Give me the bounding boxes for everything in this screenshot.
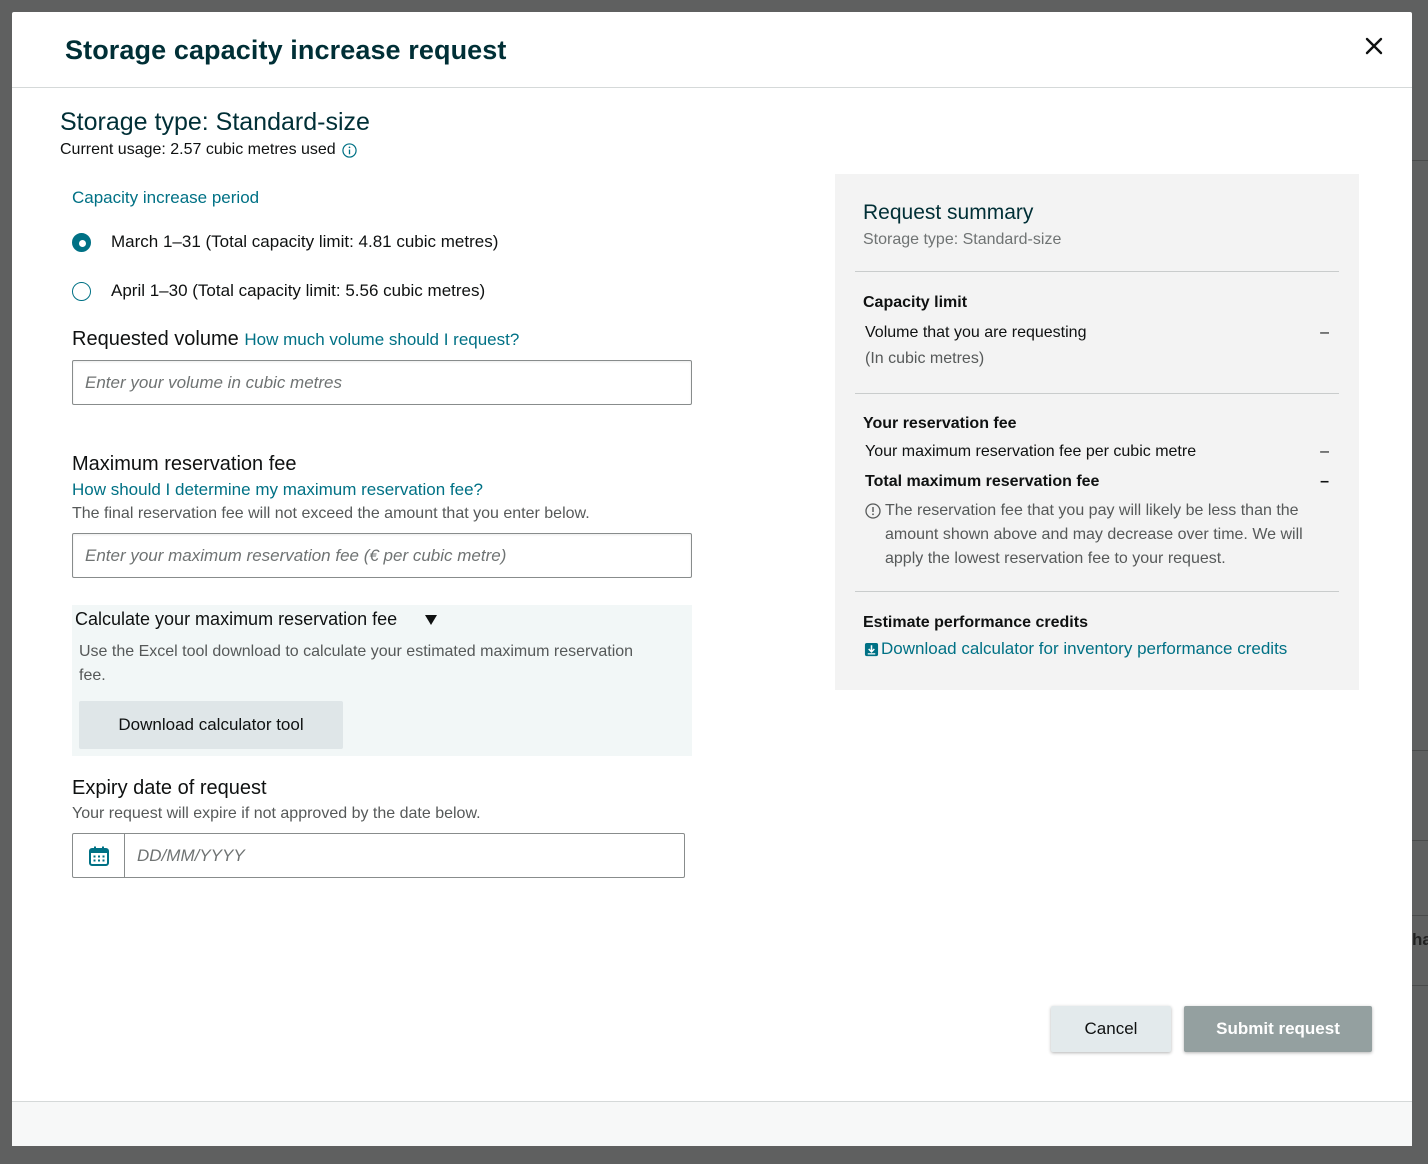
requested-volume-section: Requested volume How much volume should …	[72, 328, 519, 351]
download-calculator-button[interactable]: Download calculator tool	[79, 701, 343, 749]
calculator-title: Calculate your maximum reservation fee	[75, 609, 398, 629]
calculator-expander: Calculate your maximum reservation fee U…	[72, 605, 692, 756]
calendar-icon[interactable]	[73, 834, 125, 877]
performance-credits-heading: Estimate performance credits	[863, 614, 1088, 631]
modal-footer	[12, 1102, 1412, 1146]
divider	[855, 393, 1339, 394]
summary-subtitle: Storage type: Standard-size	[863, 231, 1062, 248]
expiry-date-picker	[72, 833, 685, 878]
requested-volume-heading: Requested volume	[72, 328, 239, 350]
download-icon	[864, 642, 879, 656]
volume-unit: (In cubic metres)	[865, 350, 985, 367]
download-credits-label: Download calculator for inventory perfor…	[881, 639, 1288, 658]
fee-total-row: Total maximum reservation fee –	[865, 473, 1331, 491]
fee-help-link[interactable]: How should I determine my maximum reserv…	[72, 480, 483, 500]
storage-type-title: Storage type: Standard-size	[60, 108, 370, 136]
background-text-fragment: ha	[1412, 930, 1428, 949]
fee-per-value: –	[1320, 443, 1329, 460]
divider	[855, 271, 1339, 272]
storage-request-modal: Storage capacity increase request Storag…	[12, 12, 1412, 1146]
summary-title: Request summary	[863, 201, 1034, 224]
info-icon[interactable]	[342, 142, 357, 158]
divider	[855, 591, 1339, 592]
modal-title: Storage capacity increase request	[65, 35, 507, 65]
volume-input[interactable]	[72, 360, 692, 405]
period-option-label: March 1–31 (Total capacity limit: 4.81 c…	[111, 232, 499, 251]
request-summary-panel: Request summary Storage type: Standard-s…	[835, 174, 1359, 690]
calculator-description: Use the Excel tool download to calculate…	[79, 643, 634, 684]
fee-total-label: Total maximum reservation fee	[865, 473, 1100, 490]
calculator-toggle[interactable]: Calculate your maximum reservation fee	[75, 609, 438, 630]
period-option-label: April 1–30 (Total capacity limit: 5.56 c…	[111, 281, 486, 300]
caret-down-icon	[425, 614, 438, 625]
request-form: Storage type: Standard-size Current usag…	[60, 108, 720, 878]
close-icon[interactable]	[1362, 34, 1386, 58]
max-fee-input[interactable]	[72, 533, 692, 578]
background-page	[1412, 0, 1428, 1164]
capacity-period-label: Capacity increase period	[72, 188, 260, 207]
alert-icon	[865, 503, 881, 571]
expiry-heading: Expiry date of request	[72, 777, 267, 799]
cancel-button[interactable]: Cancel	[1051, 1006, 1171, 1052]
fee-per-label: Your maximum reservation fee per cubic m…	[865, 443, 1197, 460]
current-usage: Current usage: 2.57 cubic metres used	[60, 141, 720, 159]
volume-summary-row: Volume that you are requesting –	[865, 324, 1331, 342]
expiry-date-input[interactable]	[125, 834, 684, 877]
fee-helper-text: The final reservation fee will not excee…	[72, 505, 590, 522]
current-usage-text: Current usage: 2.57 cubic metres used	[60, 141, 336, 158]
fee-note: The reservation fee that you pay will li…	[865, 499, 1335, 571]
reservation-fee-heading: Your reservation fee	[863, 415, 1017, 432]
fee-per-row: Your maximum reservation fee per cubic m…	[865, 443, 1331, 461]
fee-total-value: –	[1320, 473, 1329, 490]
download-credits-link[interactable]: Download calculator for inventory perfor…	[864, 639, 1287, 659]
radio-march[interactable]	[72, 232, 91, 252]
max-fee-heading: Maximum reservation fee	[72, 453, 297, 475]
capacity-limit-heading: Capacity limit	[863, 294, 968, 311]
period-option-april[interactable]: April 1–30 (Total capacity limit: 5.56 c…	[72, 281, 485, 301]
modal-header: Storage capacity increase request	[12, 12, 1412, 88]
radio-april[interactable]	[72, 281, 91, 301]
volume-help-link[interactable]: How much volume should I request?	[244, 330, 519, 349]
fee-note-text: The reservation fee that you pay will li…	[885, 502, 1303, 567]
submit-request-button[interactable]: Submit request	[1184, 1006, 1372, 1052]
volume-summary-label: Volume that you are requesting	[865, 324, 1087, 341]
volume-summary-value: –	[1320, 324, 1329, 341]
expiry-helper-text: Your request will expire if not approved…	[72, 805, 481, 822]
period-option-march[interactable]: March 1–31 (Total capacity limit: 4.81 c…	[72, 232, 498, 252]
